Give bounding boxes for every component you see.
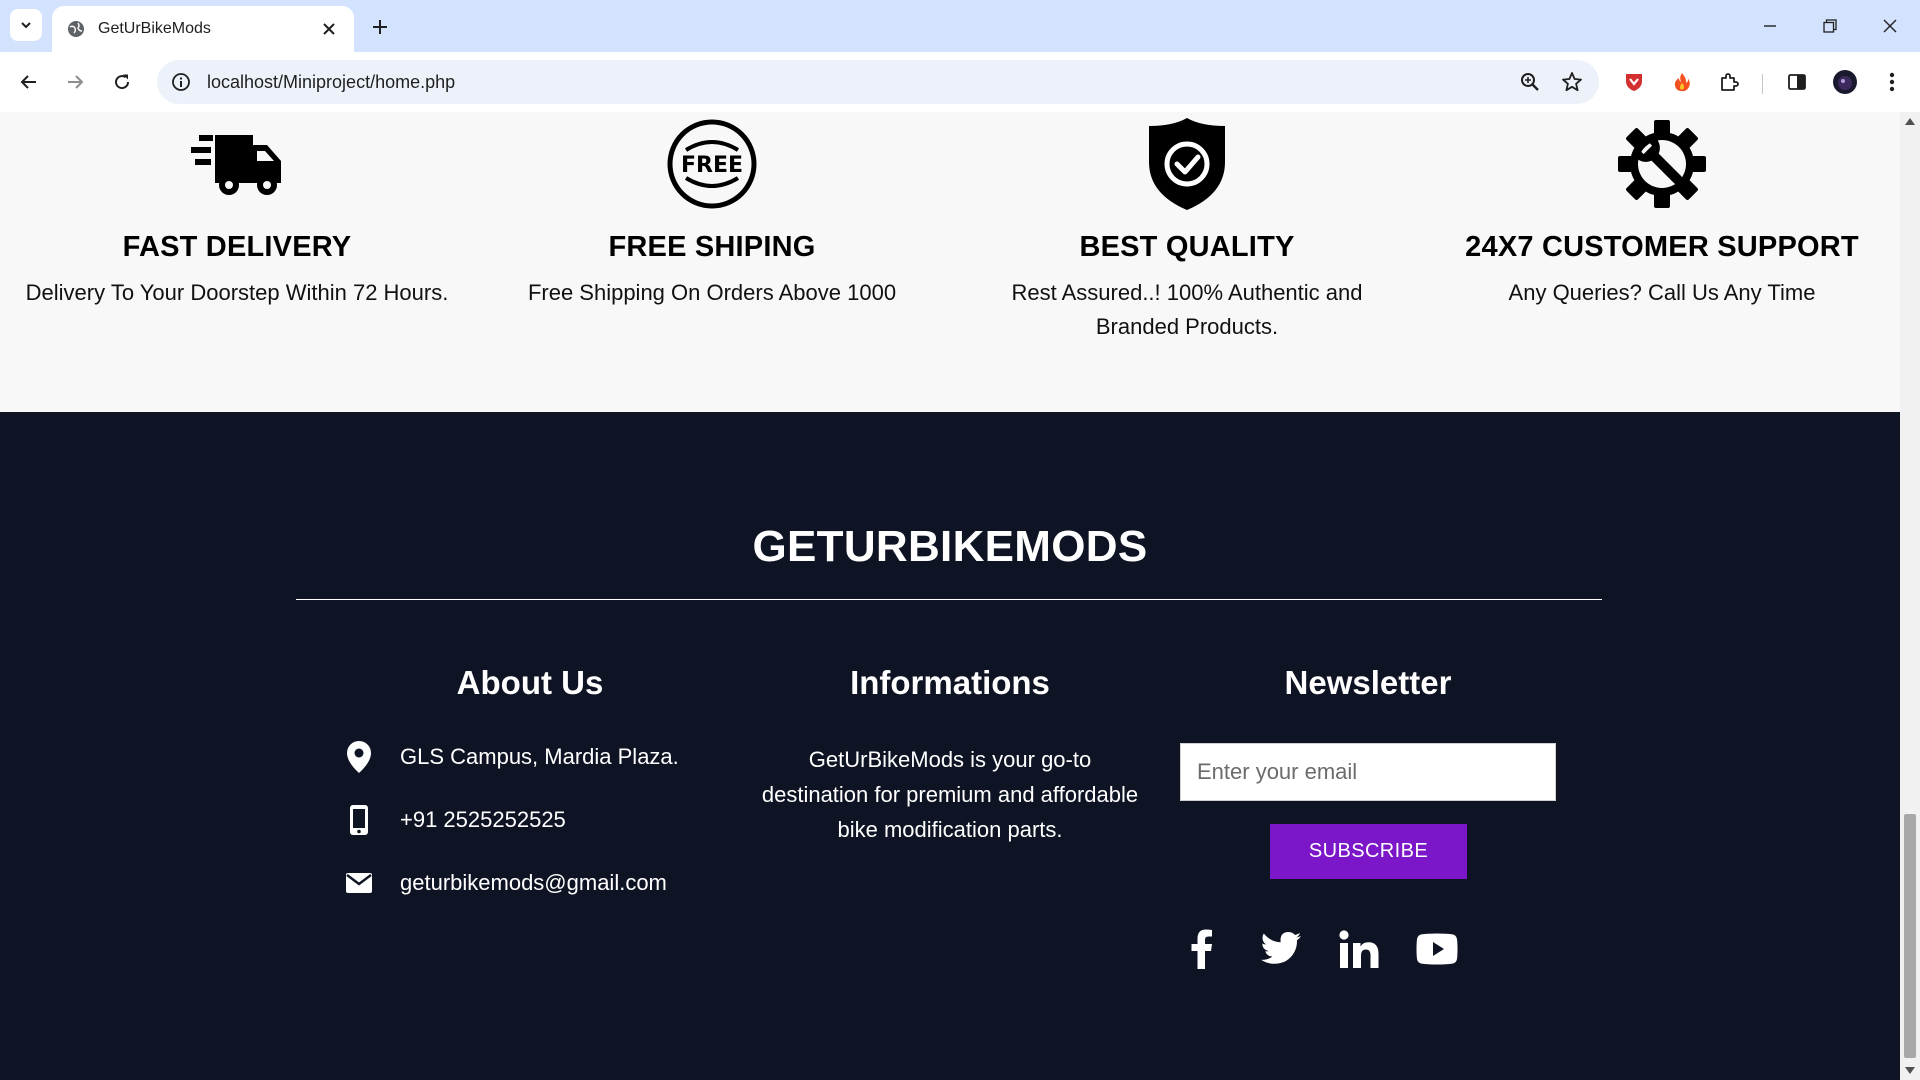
shield-check-icon: [1139, 116, 1235, 212]
about-us-title: About Us: [456, 664, 604, 701]
facebook-icon: [1191, 929, 1212, 969]
close-window-button[interactable]: [1866, 8, 1914, 44]
feature-description: Delivery To Your Doorstep Within 72 Hour…: [25, 280, 449, 305]
facebook-link[interactable]: [1177, 924, 1227, 974]
zoom-icon[interactable]: [1515, 67, 1545, 97]
scroll-up-arrow-icon[interactable]: [1905, 118, 1915, 125]
chevron-down-icon: [21, 22, 31, 29]
extension-flame-icon[interactable]: [1666, 66, 1698, 98]
close-icon: [1883, 19, 1897, 33]
browser-tab-bar: GetUrBikeMods: [0, 0, 1920, 52]
site-footer: GETURBIKEMODS About Us GLS Campus, Mardi…: [0, 412, 1900, 1080]
informations-text: GetUrBikeMods is your go-to destination …: [761, 747, 1139, 842]
address-text: GLS Campus, Mardia Plaza.: [400, 744, 679, 769]
feature-description: Rest Assured..! 100% Authentic and Brand…: [1011, 280, 1363, 339]
tab-close-button[interactable]: [318, 18, 340, 40]
scroll-down-arrow-icon[interactable]: [1905, 1067, 1915, 1074]
mobile-phone-icon: [344, 803, 374, 837]
side-panel-icon[interactable]: [1781, 66, 1813, 98]
gear-wrench-icon: [1614, 116, 1710, 212]
phone-text: +91 2525252525: [400, 807, 566, 832]
more-vertical-icon: [1889, 72, 1895, 92]
close-icon: [323, 23, 335, 35]
svg-text:FREE: FREE: [681, 153, 743, 178]
minimize-button[interactable]: [1746, 8, 1794, 44]
arrow-left-icon: [20, 75, 36, 89]
feature-title: 24X7 CUSTOMER SUPPORT: [1465, 231, 1859, 263]
reload-button[interactable]: [104, 64, 140, 100]
features-section: FAST DELIVERY Delivery To Your Doorstep …: [0, 112, 1900, 412]
tab-title: GetUrBikeMods: [98, 20, 211, 37]
extensions-puzzle-icon[interactable]: [1713, 66, 1745, 98]
linkedin-link[interactable]: [1334, 924, 1384, 974]
contact-address: GLS Campus, Mardia Plaza.: [344, 740, 679, 774]
browser-menu-button[interactable]: [1876, 66, 1908, 98]
youtube-icon: [1416, 933, 1458, 965]
feature-title: BEST QUALITY: [1079, 231, 1295, 263]
reload-icon: [115, 74, 130, 90]
tab-search-button[interactable]: [10, 9, 42, 41]
newsletter-title: Newsletter: [1284, 664, 1452, 701]
feature-title: FAST DELIVERY: [122, 231, 352, 263]
profile-icon: [1833, 70, 1857, 94]
back-button[interactable]: [11, 64, 47, 100]
toolbar-divider: [1762, 74, 1763, 94]
twitter-icon: [1261, 932, 1301, 964]
feature-description: Any Queries? Call Us Any Time: [1508, 280, 1816, 305]
new-tab-button[interactable]: [365, 12, 395, 42]
youtube-link[interactable]: [1412, 924, 1462, 974]
contact-phone: +91 2525252525: [344, 803, 566, 837]
linkedin-icon: [1339, 930, 1379, 968]
informations-title: Informations: [850, 664, 1050, 701]
page-scrollbar[interactable]: [1900, 112, 1920, 1080]
feature-card-free-shipping: FREE FREE SHIPING Free Shipping On Order…: [477, 112, 947, 310]
url-text[interactable]: localhost/Miniproject/home.php: [207, 72, 1515, 93]
restore-button[interactable]: [1806, 8, 1854, 44]
forward-button[interactable]: [57, 64, 93, 100]
email-link[interactable]: geturbikemods@gmail.com: [400, 870, 667, 896]
footer-divider: [296, 599, 1602, 600]
delivery-truck-icon: [189, 116, 285, 212]
profile-avatar[interactable]: [1829, 66, 1861, 98]
plus-icon: [373, 20, 387, 34]
minimize-icon: [1764, 25, 1776, 27]
free-badge-icon: FREE: [664, 116, 760, 212]
globe-icon: [66, 19, 86, 39]
page-viewport: FAST DELIVERY Delivery To Your Doorstep …: [0, 112, 1900, 1080]
feature-description: Free Shipping On Orders Above 1000: [527, 280, 897, 305]
newsletter-email-input[interactable]: [1180, 743, 1556, 801]
feature-card-best-quality: BEST QUALITY Rest Assured..! 100% Authen…: [952, 112, 1422, 344]
feature-title: FREE SHIPING: [608, 231, 816, 263]
twitter-link[interactable]: [1256, 924, 1306, 974]
location-pin-icon: [344, 740, 374, 774]
browser-toolbar: localhost/Miniproject/home.php: [0, 52, 1920, 112]
arrow-right-icon: [68, 75, 84, 89]
footer-brand: GETURBIKEMODS: [752, 522, 1148, 571]
feature-card-fast-delivery: FAST DELIVERY Delivery To Your Doorstep …: [2, 112, 472, 310]
subscribe-button[interactable]: SUBSCRIBE: [1270, 824, 1467, 879]
site-info-icon[interactable]: [169, 70, 193, 94]
browser-tab-active[interactable]: GetUrBikeMods: [52, 6, 354, 52]
contact-email: geturbikemods@gmail.com: [344, 866, 667, 900]
envelope-icon: [344, 866, 374, 900]
feature-card-customer-support: 24X7 CUSTOMER SUPPORT Any Queries? Call …: [1427, 112, 1897, 310]
extension-shield-icon[interactable]: [1618, 66, 1650, 98]
bookmark-star-icon[interactable]: [1557, 67, 1587, 97]
address-bar[interactable]: localhost/Miniproject/home.php: [157, 60, 1599, 104]
restore-icon: [1823, 19, 1837, 33]
scrollbar-thumb[interactable]: [1904, 814, 1916, 1058]
